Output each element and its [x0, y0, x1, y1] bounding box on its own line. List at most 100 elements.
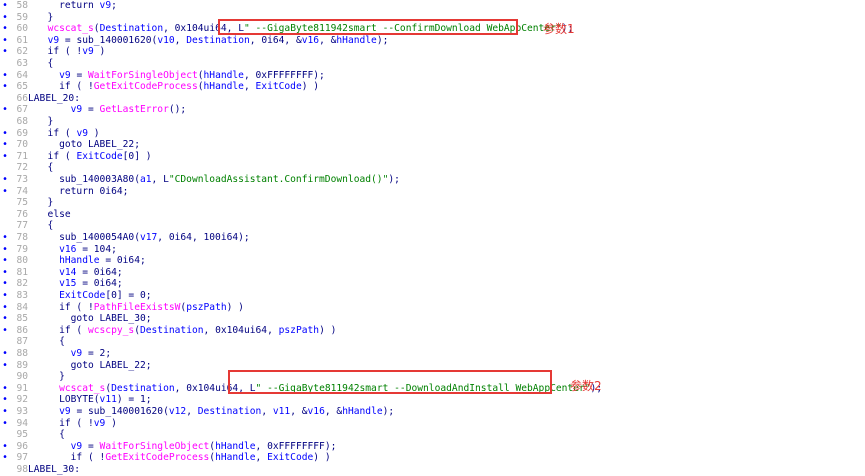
- code-text: if ( !GetExitCodeProcess(hHandle, ExitCo…: [36, 452, 331, 464]
- code-token: if ( !: [36, 81, 94, 93]
- code-token: hHandle: [215, 452, 256, 464]
- code-token: ();: [168, 104, 187, 116]
- line-number: 65: [16, 81, 28, 93]
- breakpoint-dot-icon[interactable]: •: [0, 128, 10, 140]
- line-number: 76: [16, 208, 28, 220]
- line-number: 71: [16, 150, 28, 162]
- code-text: }: [36, 11, 54, 24]
- breakpoint-dot-icon[interactable]: •: [0, 0, 10, 12]
- breakpoint-dot-icon[interactable]: •: [0, 244, 10, 256]
- code-token: = 0i64;: [99, 255, 146, 267]
- breakpoint-dot-icon[interactable]: •: [0, 174, 10, 186]
- breakpoint-dot-icon[interactable]: •: [0, 139, 10, 151]
- breakpoint-dot-icon[interactable]: •: [0, 278, 10, 290]
- code-token: v16: [307, 406, 325, 417]
- breakpoint-dot-icon[interactable]: •: [0, 290, 10, 302]
- breakpoint-dot-icon[interactable]: •: [0, 151, 10, 163]
- code-token: = 0i64;: [76, 278, 123, 290]
- breakpoint-dot-icon[interactable]: •: [0, 394, 10, 406]
- breakpoint-dot-icon[interactable]: •: [0, 441, 10, 453]
- breakpoint-dot-icon[interactable]: •: [0, 406, 10, 418]
- code-token: = sub_140001620(: [70, 406, 169, 417]
- breakpoint-dot-icon[interactable]: •: [0, 46, 10, 58]
- breakpoint-dot-icon[interactable]: •: [0, 104, 10, 116]
- code-token: v12: [168, 406, 187, 417]
- breakpoint-dot-icon[interactable]: •: [0, 232, 10, 244]
- line-number: 75: [16, 197, 28, 209]
- code-token: ) ): [301, 81, 320, 93]
- line-number: 97: [16, 452, 28, 464]
- code-token: WaitForSingleObject: [88, 69, 198, 81]
- breakpoint-dot-icon[interactable]: •: [0, 360, 10, 372]
- breakpoint-dot-icon[interactable]: •: [0, 418, 10, 430]
- code-token: }: [36, 116, 54, 127]
- code-token: PathFileExistsW: [93, 301, 181, 313]
- code-token: , 0i64, &: [249, 34, 302, 46]
- breakpoint-dot-icon[interactable]: •: [0, 313, 10, 325]
- line-number: 58: [16, 0, 28, 11]
- breakpoint-dot-icon[interactable]: •: [0, 81, 10, 93]
- code-token: ): [105, 417, 117, 429]
- code-token: v16: [59, 243, 77, 255]
- code-text: v9 = sub_140001620(v12, Destination, v11…: [36, 406, 394, 418]
- code-token: if ( !: [36, 452, 106, 464]
- param2-highlight-box: [228, 370, 552, 394]
- code-token: ExitCode: [59, 290, 106, 301]
- breakpoint-dot-icon[interactable]: •: [0, 12, 10, 24]
- breakpoint-dot-icon[interactable]: •: [0, 267, 10, 279]
- code-token: {: [36, 220, 54, 232]
- code-text: return v9;: [36, 0, 117, 12]
- line-number: 78: [16, 232, 28, 243]
- line-number: 94: [16, 417, 28, 429]
- line-number: 79: [16, 243, 28, 255]
- code-text: return 0i64;: [36, 186, 128, 198]
- line-number: 66: [16, 92, 28, 104]
- code-token: ): [88, 127, 100, 139]
- breakpoint-dot-icon[interactable]: •: [0, 383, 10, 395]
- code-text: if ( wcscpy_s(Destination, 0x104ui64, ps…: [36, 325, 336, 337]
- breakpoint-dot-icon[interactable]: •: [0, 348, 10, 360]
- line-number: 77: [16, 220, 28, 232]
- breakpoint-dot-icon[interactable]: •: [0, 255, 10, 267]
- line-number: 64: [16, 69, 28, 81]
- code-token: Destination: [111, 382, 175, 394]
- code-token: }: [36, 11, 54, 23]
- code-token: ,: [261, 406, 273, 417]
- breakpoint-dot-icon[interactable]: •: [0, 325, 10, 337]
- code-token: = 104;: [76, 243, 117, 255]
- line-number: 59: [16, 11, 28, 23]
- breakpoint-dot-icon[interactable]: •: [0, 186, 10, 198]
- code-text: v9 = GetLastError();: [36, 104, 187, 116]
- code-token: wcscat_s: [59, 382, 106, 394]
- code-token: v9: [59, 69, 71, 81]
- breakpoint-dot-icon[interactable]: •: [0, 452, 10, 464]
- code-token: , L: [151, 174, 169, 185]
- code-token: sub_140003A80(: [36, 174, 140, 185]
- code-token: ExitCode: [267, 452, 314, 464]
- code-token: hHandle: [215, 440, 256, 452]
- code-token: ) ): [226, 301, 244, 313]
- code-token: v9: [93, 417, 106, 429]
- code-token: hHandle: [203, 69, 244, 81]
- code-token: );: [376, 34, 389, 46]
- breakpoint-dot-icon[interactable]: •: [0, 23, 10, 35]
- breakpoint-dot-icon[interactable]: •: [0, 302, 10, 314]
- code-token: ): [93, 46, 106, 58]
- code-token: WaitForSingleObject: [99, 440, 210, 452]
- breakpoint-dot-icon[interactable]: •: [0, 35, 10, 47]
- line-number: 90: [16, 371, 28, 383]
- code-token: if (: [36, 127, 77, 139]
- code-token: {: [36, 58, 54, 69]
- code-token: Destination: [197, 406, 262, 417]
- line-number: 63: [16, 58, 28, 69]
- code-token: Destination: [186, 34, 250, 46]
- code-token: [0] = 0;: [105, 290, 152, 301]
- line-number: 62: [16, 46, 28, 58]
- code-token: v9: [70, 348, 83, 359]
- code-token: v17: [139, 232, 158, 243]
- line-number: 87: [16, 336, 28, 348]
- code-text: LABEL_30:: [28, 464, 80, 476]
- code-token: {: [36, 336, 65, 348]
- breakpoint-dot-icon[interactable]: •: [0, 70, 10, 82]
